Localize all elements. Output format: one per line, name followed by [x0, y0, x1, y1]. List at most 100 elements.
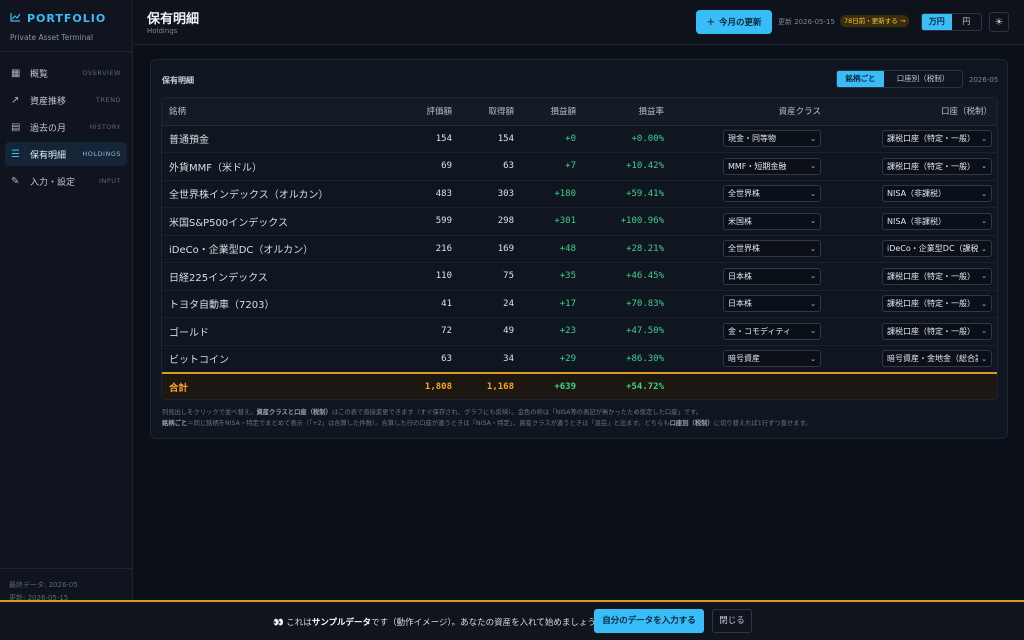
- sidebar-item-history[interactable]: ▤ 過去の月 HISTORY: [5, 115, 127, 139]
- asset-class-select[interactable]: 米国株 ⌄: [723, 212, 821, 230]
- account-value: iDeCo・企業型DC（課税繰延）: [887, 244, 979, 254]
- asset-class-value: 日本株: [728, 299, 752, 309]
- theme-toggle-button[interactable]: ☀: [989, 12, 1009, 32]
- sidebar-item-input[interactable]: ✎ 入力・設定 INPUT: [5, 169, 127, 193]
- chevron-down-icon: ⌄: [810, 134, 816, 143]
- account-select[interactable]: NISA（非課税） ⌄: [882, 185, 992, 203]
- sidebar-item-trend[interactable]: ↗ 資産推移 TREND: [5, 88, 127, 112]
- holding-cost: 303: [459, 180, 521, 208]
- unit-toggle: 万円円: [921, 13, 982, 31]
- sidebar-nav: ▦ 概覧 OVERVIEW ↗ 資産推移 TREND ▤ 過去の月 HISTORY ☰ 保有明細 HO…: [0, 52, 132, 193]
- column-header-class[interactable]: 資産クラス: [671, 98, 828, 126]
- chevron-down-icon: ⌄: [810, 272, 816, 281]
- table-body: 普通預金 154 154 +0 +0.00% 現金・同等物 ⌄ 課税口座（特定・一般） ⌄ 外貨M…: [162, 125, 997, 399]
- asset-class-value: 全世界株: [728, 244, 760, 254]
- view-toggle: 銘柄ごと 口座別（税制）: [836, 70, 963, 88]
- asset-class-select[interactable]: 金・コモディティ ⌄: [723, 322, 821, 340]
- note-text: ＝同じ銘柄をNISA・特定でまとめて表示（「+2」は合算した件数）。合算した行の…: [187, 420, 670, 427]
- account-select[interactable]: 課税口座（特定・一般） ⌄: [882, 267, 992, 285]
- account-value: 課税口座（特定・一般）: [887, 161, 975, 171]
- brand: PORTFOLIO Private Asset Terminal: [0, 0, 132, 52]
- holding-name: 米国S&P500インデックス: [162, 207, 362, 236]
- asset-class-select[interactable]: 全世界株 ⌄: [723, 240, 821, 258]
- holding-cost: 49: [459, 317, 521, 346]
- sidebar-item-overview[interactable]: ▦ 概覧 OVERVIEW: [5, 61, 127, 85]
- account-select[interactable]: 暗号資産・金地金（総合課税）⌄: [882, 350, 992, 367]
- brand-subtitle: Private Asset Terminal: [10, 33, 94, 42]
- page-subtitle: Holdings: [147, 27, 178, 35]
- account-value: 暗号資産・金地金（総合課税）: [887, 354, 978, 363]
- sidebar-item-label: 過去の月: [30, 123, 67, 134]
- asset-class-select[interactable]: 日本株 ⌄: [723, 267, 821, 285]
- table-row: 日経225インデックス 110 75 +35 +46.45% 日本株 ⌄ 課税口座（特定・一般…: [162, 262, 997, 291]
- holdings-table: 銘柄 評価額 取得額 損益額 損益率 資産クラス 口座（税制） 普通預金 154 1…: [162, 98, 997, 399]
- asset-class-value: 日本株: [728, 271, 752, 281]
- banner-emphasis: サンプルデータ: [311, 618, 372, 628]
- calendar-icon: ▤: [11, 121, 21, 133]
- holding-name: 全世界株インデックス（オルカン）: [162, 180, 362, 208]
- column-header-account[interactable]: 口座（税制）: [828, 98, 997, 126]
- asset-class-value: 全世界株: [728, 189, 760, 199]
- chevron-down-icon: ⌄: [810, 327, 816, 336]
- sidebar-item-sub: OVERVIEW: [82, 69, 121, 77]
- brand-name: PORTFOLIO: [27, 12, 107, 25]
- holding-cost: 298: [459, 207, 521, 236]
- holding-value: 63: [362, 345, 459, 373]
- account-select[interactable]: NISA（非課税） ⌄: [882, 212, 992, 230]
- view-by-account-tab[interactable]: 口座別（税制）: [884, 71, 962, 87]
- holding-name: 日経225インデックス: [162, 262, 362, 291]
- holding-rate: +86.30%: [583, 345, 671, 373]
- banner-text-part: です（動作イメージ）。あなたの資産を入れて始めましょう。: [371, 618, 604, 628]
- holding-pl: +17: [521, 290, 583, 318]
- view-by-security-tab[interactable]: 銘柄ごと: [837, 71, 884, 87]
- chevron-down-icon: ⌄: [810, 217, 816, 226]
- holding-cost: 34: [459, 345, 521, 373]
- asset-class-select[interactable]: 暗号資産 ⌄: [723, 350, 821, 367]
- close-banner-button[interactable]: 閉じる: [712, 609, 752, 633]
- stale-badge[interactable]: 78日前・更新する →: [840, 15, 910, 27]
- account-select[interactable]: 課税口座（特定・一般） ⌄: [882, 157, 992, 175]
- unit-option-1[interactable]: 円: [952, 14, 982, 30]
- holding-name: ビットコイン: [162, 345, 362, 373]
- table-row: iDeCo・企業型DC（オルカン） 216 169 +48 +28.21% 全世界株 ⌄ iD…: [162, 235, 997, 263]
- page-header: 保有明細 Holdings ＋ 今月の更新 更新 2026-05-15 78日前…: [134, 0, 1024, 45]
- column-header-rate[interactable]: 損益率: [583, 98, 671, 126]
- account-select[interactable]: 課税口座（特定・一般） ⌄: [882, 322, 992, 340]
- sidebar: PORTFOLIO Private Asset Terminal ▦ 概覧 OVER…: [0, 0, 133, 640]
- sidebar-item-label: 概覧: [30, 69, 49, 80]
- asset-class-value: MMF・短期金融: [728, 161, 787, 171]
- chevron-down-icon: ⌄: [981, 272, 987, 281]
- account-select[interactable]: 課税口座（特定・一般） ⌄: [882, 130, 992, 148]
- table-note: 列見出しをクリックで並べ替え。資産クラスと口座（税制）はこの表で直接変更できます…: [162, 407, 1002, 429]
- account-select[interactable]: 課税口座（特定・一般） ⌄: [882, 295, 992, 313]
- account-select[interactable]: iDeCo・企業型DC（課税繰延）⌄: [882, 240, 992, 258]
- holding-pl: +0: [521, 125, 583, 153]
- holding-pl: +301: [521, 207, 583, 236]
- table-row: トヨタ自動車（7203） 41 24 +17 +70.83% 日本株 ⌄ 課税口座（特定・一般…: [162, 290, 997, 318]
- holding-cost: 63: [459, 152, 521, 181]
- column-header-pl[interactable]: 損益額: [521, 98, 583, 126]
- asset-class-value: 米国株: [728, 216, 752, 226]
- asset-class-select[interactable]: MMF・短期金融 ⌄: [723, 157, 821, 175]
- table-row: ゴールド 72 49 +23 +47.50% 金・コモディティ ⌄ 課税口座（特定・一般） ⌄: [162, 317, 997, 346]
- card-title: 保有明細: [162, 76, 194, 85]
- column-header-cost[interactable]: 取得額: [459, 98, 521, 126]
- enter-my-data-button[interactable]: 自分のデータを入力する: [594, 609, 704, 633]
- column-header-name[interactable]: 銘柄: [162, 98, 362, 126]
- chevron-down-icon: ⌄: [810, 299, 816, 308]
- asset-class-select[interactable]: 日本株 ⌄: [723, 295, 821, 313]
- card-period: 2026-05: [969, 76, 999, 84]
- table-row: 全世界株インデックス（オルカン） 483 303 +180 +59.41% 全世界株 ⌄ NI…: [162, 180, 997, 208]
- monthly-update-button[interactable]: ＋ 今月の更新: [696, 10, 772, 34]
- column-header-value[interactable]: 評価額: [362, 98, 459, 126]
- sidebar-item-holdings[interactable]: ☰ 保有明細 HOLDINGS: [5, 142, 127, 166]
- note-emphasis: 銘柄ごと: [162, 420, 188, 427]
- asset-class-select[interactable]: 全世界株 ⌄: [723, 185, 821, 203]
- monthly-update-label: 今月の更新: [719, 18, 762, 28]
- unit-option-0[interactable]: 万円: [922, 14, 952, 30]
- sidebar-item-sub: HISTORY: [89, 123, 121, 131]
- sidebar-item-label: 保有明細: [30, 150, 67, 161]
- updated-date: 更新 2026-05-15: [778, 18, 835, 26]
- asset-class-select[interactable]: 現金・同等物 ⌄: [723, 130, 821, 148]
- account-value: 課税口座（特定・一般）: [887, 326, 975, 336]
